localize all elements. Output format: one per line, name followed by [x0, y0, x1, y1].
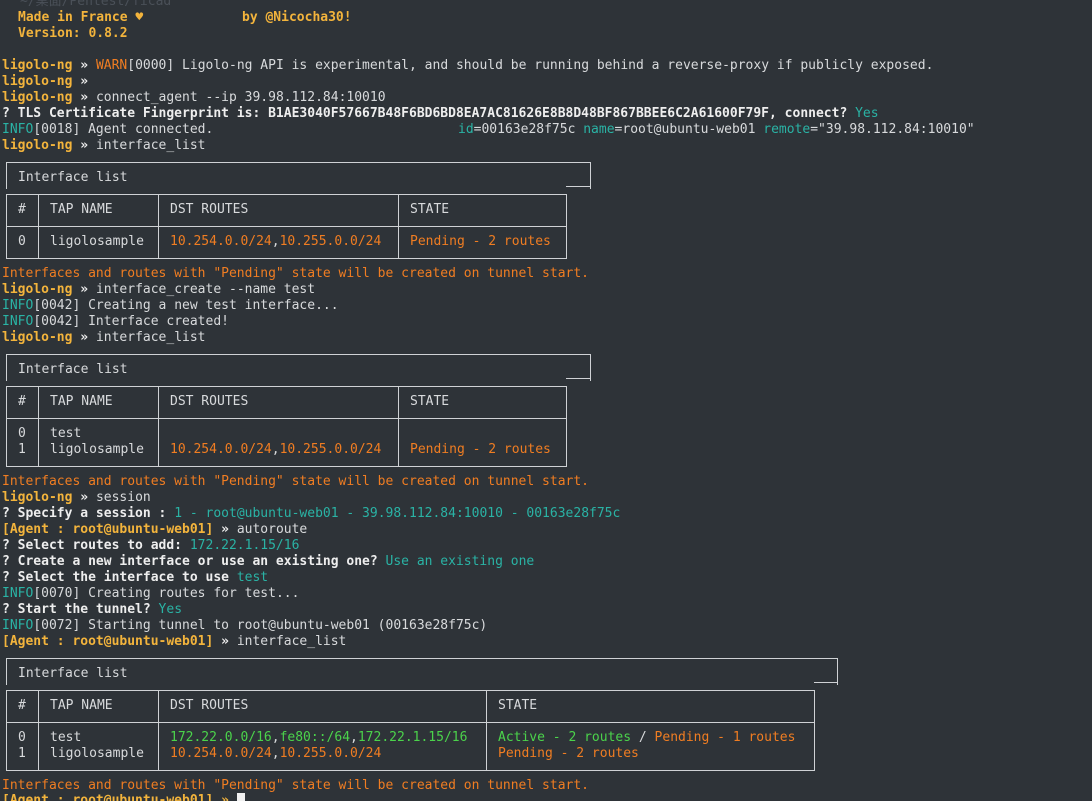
column-header: STATE — [410, 202, 450, 217]
prompt-line: ligolo-ng » — [2, 74, 89, 89]
column-header: # — [18, 698, 26, 713]
pending-note: Interfaces and routes with "Pending" sta… — [2, 778, 589, 793]
table-title: Interface list — [18, 666, 128, 681]
table-title: Interface list — [18, 170, 128, 185]
column-header: # — [18, 394, 26, 409]
banner-version: Version: 0.8.2 — [18, 26, 128, 41]
table-cell-tap: ligolosample — [50, 234, 144, 249]
select-routes-line: ? Select routes to add: 172.22.1.15/16 — [2, 538, 300, 553]
table-cell-state: Active - 2 routes / Pending - 1 routes — [498, 730, 796, 745]
table-cell-state: Pending - 2 routes — [410, 442, 551, 457]
command-line-interface-list-2: ligolo-ng » interface_list — [2, 330, 206, 345]
col-divider — [158, 690, 159, 771]
col-divider — [38, 690, 39, 771]
path-ghost-text: ~/桌面/Pentest/ficad — [20, 0, 172, 9]
terminal-window[interactable]: ~/桌面/Pentest/ficad Made in France ♥ by @… — [0, 0, 1092, 801]
create-interface-line: ? Create a new interface or use an exist… — [2, 554, 535, 569]
tls-answer: Yes — [855, 106, 879, 121]
specify-session-line: ? Specify a session : 1 - root@ubuntu-we… — [2, 506, 621, 521]
pending-note: Interfaces and routes with "Pending" sta… — [2, 266, 589, 281]
table-cell-tap: ligolosample — [50, 442, 144, 457]
title-connector — [814, 682, 838, 683]
table-cell-state: Pending - 2 routes — [410, 234, 551, 249]
info-agent-connected-line: INFO[0018] Agent connected. — [2, 122, 214, 137]
info-line: INFO[0042] Creating a new test interface… — [2, 298, 339, 313]
banner-made-in: Made in France ♥ — [18, 10, 144, 25]
command-text: connect_agent --ip 39.98.112.84:10010 — [95, 90, 386, 105]
command-line-connect: ligolo-ng » connect_agent --ip 39.98.112… — [2, 90, 386, 105]
table-cell-index: 1 — [18, 442, 26, 457]
col-divider — [486, 690, 487, 771]
table-cell-index: 0 — [18, 234, 26, 249]
table-cell-index: 0 — [18, 426, 26, 441]
info-line: INFO[0042] Interface created! — [2, 314, 229, 329]
col-divider — [38, 386, 39, 467]
select-interface-line: ? Select the interface to use test — [2, 570, 269, 585]
agent-fields: id=00163e28f75c name=root@ubuntu-web01 r… — [458, 122, 975, 137]
text-cursor[interactable] — [236, 793, 245, 801]
table-header-row — [6, 690, 815, 723]
table-cell-tap: test — [50, 730, 82, 745]
tls-question-line: ? TLS Certificate Fingerprint is: B1AE30… — [2, 106, 879, 121]
start-tunnel-line: ? Start the tunnel? Yes — [2, 602, 183, 617]
command-line-autoroute: [Agent : root@ubuntu-web01] » autoroute — [2, 522, 308, 537]
warn-tag: WARN — [95, 58, 128, 73]
table-cell-routes: 172.22.0.0/16,fe80::/64,172.22.1.15/16 — [170, 730, 468, 745]
info-line: INFO[0070] Creating routes for test... — [2, 586, 300, 601]
table-cell-index: 0 — [18, 730, 26, 745]
info-tag: INFO — [2, 122, 34, 137]
table-cell-routes: 10.254.0.0/24,10.255.0.0/24 — [170, 234, 382, 249]
col-divider — [158, 194, 159, 259]
command-line-interface-list-3: [Agent : root@ubuntu-web01] » interface_… — [2, 634, 347, 649]
table-cell-tap: ligolosample — [50, 746, 144, 761]
column-header: STATE — [410, 394, 450, 409]
column-header: STATE — [498, 698, 538, 713]
info-line: INFO[0072] Starting tunnel to root@ubunt… — [2, 618, 488, 633]
column-header: TAP NAME — [50, 202, 113, 217]
table-cell-routes: 10.254.0.0/24,10.255.0.0/24 — [170, 442, 382, 457]
title-connector — [566, 186, 591, 187]
column-header: # — [18, 202, 26, 217]
command-line-interface-create: ligolo-ng » interface_create --name test — [2, 282, 316, 297]
pending-note: Interfaces and routes with "Pending" sta… — [2, 474, 589, 489]
col-divider — [398, 386, 399, 467]
col-divider — [38, 194, 39, 259]
table-cell-routes: 10.254.0.0/24,10.255.0.0/24 — [170, 746, 382, 761]
warn-line: ligolo-ng » WARN[0000] Ligolo-ng API is … — [2, 58, 934, 73]
column-header: TAP NAME — [50, 394, 113, 409]
column-header: DST ROUTES — [170, 394, 249, 409]
table-cell-index: 1 — [18, 746, 26, 761]
banner-author: by @Nicocha30! — [242, 10, 352, 25]
column-header: DST ROUTES — [170, 698, 249, 713]
title-connector — [566, 378, 591, 379]
agent-prompt-label: [Agent : root@ubuntu-web01] — [2, 522, 214, 537]
table-title: Interface list — [18, 362, 128, 377]
command-line-interface-list-1: ligolo-ng » interface_list — [2, 138, 206, 153]
prompt-label: ligolo-ng — [2, 58, 73, 73]
col-divider — [398, 194, 399, 259]
column-header: DST ROUTES — [170, 202, 249, 217]
active-prompt-line[interactable]: [Agent : root@ubuntu-web01] » — [2, 793, 245, 801]
col-divider — [158, 386, 159, 467]
command-line-session: ligolo-ng » session — [2, 490, 151, 505]
column-header: TAP NAME — [50, 698, 113, 713]
table-cell-state: Pending - 2 routes — [498, 746, 639, 761]
table-cell-tap: test — [50, 426, 82, 441]
table-title-box — [6, 658, 838, 685]
